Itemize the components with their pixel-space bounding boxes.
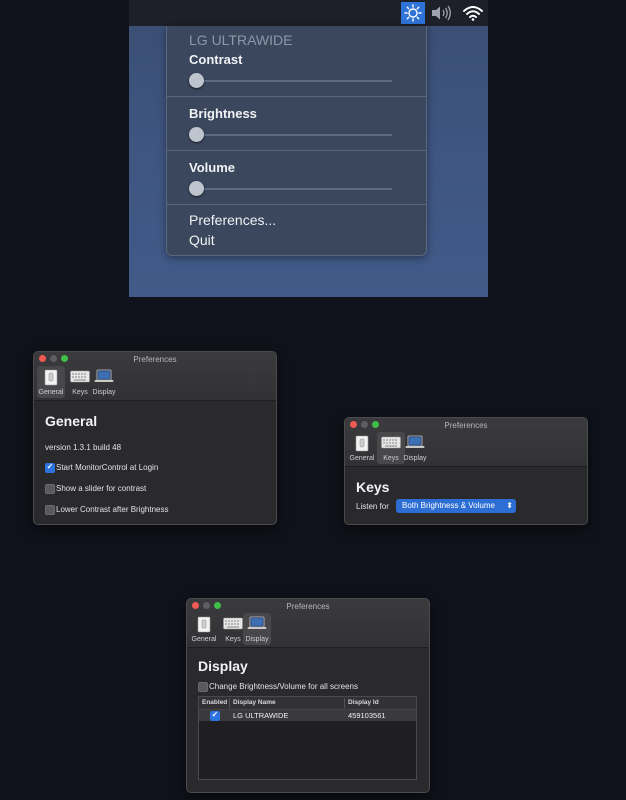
slider-track [189,134,392,136]
preferences-menu-item[interactable]: Preferences... [189,212,276,228]
display-preferences-window: Preferences General Keys Display Display… [186,598,430,793]
pane-title: General [45,413,98,429]
volume-label: Volume [189,160,235,175]
slider-track [189,188,392,190]
display-enabled-checkbox[interactable] [210,710,220,721]
version-label: version 1.3.1 build 48 [45,443,122,452]
contrast-label: Contrast [189,52,243,67]
all-screens-checkbox[interactable] [198,682,208,692]
tab-general[interactable]: General [348,432,376,464]
menu-separator [167,204,426,205]
menu-screenshot: LG ULTRAWIDE Contrast Brightness Volume … [129,0,488,297]
menu-separator [167,150,426,151]
laptop-icon [94,369,114,382]
window-title: Preferences [133,355,177,364]
checkbox-label: Show a slider for contrast [56,484,147,493]
column-header-display-name[interactable]: Display Name [233,699,276,706]
window-titlebar: Preferences General Keys Display [187,599,429,648]
listen-for-popup[interactable]: Both Brightness & Volume ⬍ [396,499,516,513]
monitor-menu: LG ULTRAWIDE Contrast Brightness Volume … [166,26,427,256]
keys-preferences-window: Preferences General Keys Display Keys Li… [344,417,588,525]
display-id-cell: 459103561 [348,711,386,720]
keyboard-icon [381,436,401,449]
general-switch-icon [355,435,369,452]
displays-table: Enabled Display Name Display Id LG ULTRA… [198,696,417,780]
contrast-slider[interactable] [189,73,392,89]
display-name-cell: LG ULTRAWIDE [233,711,289,720]
table-row[interactable]: LG ULTRAWIDE 459103561 [199,710,416,721]
wifi-icon[interactable] [461,2,485,24]
start-at-login-checkbox[interactable] [45,462,55,473]
laptop-icon [405,435,425,448]
volume-slider[interactable] [189,181,392,197]
slider-track [189,80,392,82]
tab-label: General [349,455,375,462]
tab-display[interactable]: Display [90,366,118,398]
menu-bar [129,0,488,26]
column-divider[interactable] [229,698,230,708]
quit-menu-item[interactable]: Quit [189,232,215,248]
slider-knob[interactable] [189,181,204,196]
lower-contrast-checkbox[interactable] [45,505,55,515]
column-header-enabled[interactable]: Enabled [202,699,227,706]
pane-title: Display [198,658,248,674]
listen-for-label: Listen for [356,502,389,511]
tab-general[interactable]: General [37,366,65,398]
window-titlebar: Preferences General Keys Display [34,352,276,401]
general-switch-icon [197,616,211,633]
tab-display[interactable]: Display [243,613,271,645]
checkbox-label: Change Brightness/Volume for all screens [209,682,358,691]
keyboard-icon [70,370,90,383]
general-switch-icon [44,369,58,386]
keyboard-icon [223,617,243,630]
brightness-label: Brightness [189,106,257,121]
checkbox-label: Lower Contrast after Brightness [56,505,169,514]
slider-knob[interactable] [189,73,204,88]
volume-icon[interactable] [429,2,453,24]
tab-label: General [191,636,217,643]
window-titlebar: Preferences General Keys Display [345,418,587,467]
slider-knob[interactable] [189,127,204,142]
tab-label: Display [403,455,427,462]
tab-label: General [38,389,64,396]
window-title: Preferences [444,421,488,430]
tab-display[interactable]: Display [401,432,429,464]
brightness-slider[interactable] [189,127,392,143]
column-divider[interactable] [344,698,345,708]
popup-arrows-icon: ⬍ [506,501,513,510]
column-header-display-id[interactable]: Display Id [348,699,379,706]
pane-title: Keys [356,479,390,495]
show-contrast-slider-checkbox[interactable] [45,484,55,494]
display-name-header: LG ULTRAWIDE [189,32,293,48]
general-preferences-window: Preferences General Keys Display General… [33,351,277,525]
brightness-icon[interactable] [401,2,425,24]
tab-general[interactable]: General [190,613,218,645]
laptop-icon [247,616,267,629]
table-header: Enabled Display Name Display Id [199,697,416,710]
tab-label: Display [92,389,116,396]
tab-label: Display [245,636,269,643]
checkbox-label: Start MonitorControl at Login [56,463,159,472]
window-title: Preferences [286,602,330,611]
menu-separator [167,96,426,97]
popup-value: Both Brightness & Volume [402,501,495,510]
